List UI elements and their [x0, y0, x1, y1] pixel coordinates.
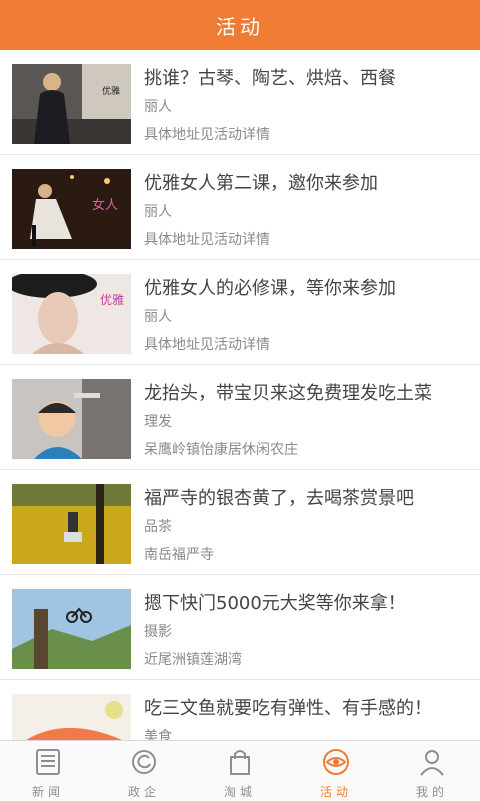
- activity-category: 丽人: [144, 309, 172, 325]
- activity-title: 摁下快门5000元大奖等你来拿！: [144, 593, 406, 614]
- tab-label: 活动: [319, 785, 352, 799]
- activity-title: 优雅女人的必修课，等你来参加: [144, 278, 396, 299]
- eye-icon: [323, 749, 349, 775]
- activity-thumbnail: [12, 484, 131, 564]
- activity-thumbnail: 女人: [12, 169, 131, 249]
- svg-text:优雅: 优雅: [100, 292, 124, 307]
- activity-category: 品茶: [144, 519, 172, 535]
- list-item[interactable]: 福严寺的银杏黄了，去喝茶赏景吧 品茶 南岳福严寺: [0, 470, 480, 575]
- shopping-bag-icon: [230, 750, 250, 775]
- tab-label: 新闻: [31, 785, 64, 799]
- tab-shop[interactable]: 淘城: [192, 741, 288, 801]
- svg-text:女人: 女人: [92, 197, 118, 213]
- activity-category: 摄影: [144, 624, 172, 640]
- page-title: 活动: [216, 14, 264, 39]
- tab-label: 政企: [127, 785, 160, 799]
- activity-address: 南岳福严寺: [144, 547, 214, 563]
- activity-title: 福严寺的银杏黄了，去喝茶赏景吧: [144, 488, 414, 509]
- list-item[interactable]: 摁下快门5000元大奖等你来拿！ 摄影 近尾洲镇莲湖湾: [0, 575, 480, 680]
- tab-label: 我的: [415, 785, 448, 799]
- list-item[interactable]: 吃三文鱼就要吃有弹性、有手感的！ 美食: [0, 680, 480, 740]
- government-icon: [132, 750, 156, 774]
- activity-thumbnail: 优雅: [12, 64, 131, 144]
- activity-category: 理发: [144, 414, 172, 430]
- activity-address: 近尾洲镇莲湖湾: [144, 652, 242, 668]
- activity-address: 呆鹰岭镇怡康居休闲农庄: [144, 442, 298, 458]
- list-item[interactable]: 优雅 挑谁？古琴、陶艺、烘焙、西餐 丽人 具体地址见活动详情: [0, 50, 480, 155]
- activity-category: 丽人: [144, 204, 172, 220]
- activity-category: 美食: [144, 729, 172, 740]
- activity-address: 具体地址见活动详情: [144, 337, 270, 353]
- activity-title: 挑谁？古琴、陶艺、烘焙、西餐: [144, 68, 396, 89]
- activity-thumbnail: [12, 694, 131, 740]
- tab-label: 淘城: [223, 785, 256, 799]
- activity-category: 丽人: [144, 99, 172, 115]
- activity-title: 优雅女人第二课，邀你来参加: [144, 173, 378, 194]
- tab-government[interactable]: 政企: [96, 741, 192, 801]
- activity-title: 吃三文鱼就要吃有弹性、有手感的！: [144, 698, 432, 719]
- list-item[interactable]: 女人 优雅女人第二课，邀你来参加 丽人 具体地址见活动详情: [0, 155, 480, 260]
- app-header: 活动: [0, 0, 480, 50]
- list-item[interactable]: 龙抬头，带宝贝来这免费理发吃土菜 理发 呆鹰岭镇怡康居休闲农庄: [0, 365, 480, 470]
- tab-news[interactable]: 新闻: [0, 741, 96, 801]
- activity-title: 龙抬头，带宝贝来这免费理发吃土菜: [144, 383, 432, 404]
- activity-list[interactable]: 优雅 挑谁？古琴、陶艺、烘焙、西餐 丽人 具体地址见活动详情 女人 优雅女人第二…: [0, 50, 480, 740]
- activity-thumbnail: [12, 589, 131, 669]
- activity-address: 具体地址见活动详情: [144, 127, 270, 143]
- activity-thumbnail: [12, 379, 131, 459]
- bottom-tab-bar: 新闻 政企 淘城 活动 我的: [0, 740, 480, 801]
- newspaper-icon: [36, 749, 60, 775]
- activity-thumbnail: 优雅: [12, 274, 131, 354]
- user-icon: [420, 750, 444, 776]
- activity-address: 具体地址见活动详情: [144, 232, 270, 248]
- svg-text:优雅: 优雅: [102, 85, 120, 97]
- tab-activity[interactable]: 活动: [288, 741, 384, 801]
- tab-profile[interactable]: 我的: [384, 741, 480, 801]
- list-item[interactable]: 优雅 优雅女人的必修课，等你来参加 丽人 具体地址见活动详情: [0, 260, 480, 365]
